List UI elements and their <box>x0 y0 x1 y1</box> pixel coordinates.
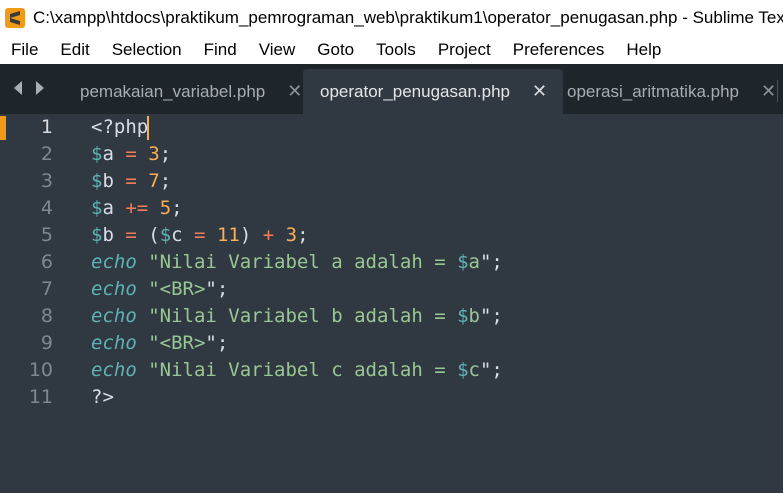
code-text: $a = 3; <box>91 143 172 165</box>
code-line: 8 echo "Nilai Variabel b adalah = $b"; <box>0 303 783 330</box>
tab-label: operator_penugasan.php <box>320 81 510 101</box>
tab-operator-penugasan[interactable]: operator_penugasan.php ✕ <box>303 69 564 114</box>
window-title: C:\xampp\htdocs\praktikum_pemrograman_we… <box>33 8 783 27</box>
menu-find[interactable]: Find <box>193 40 248 60</box>
code-text: ?> <box>91 386 114 408</box>
title-bar: C:\xampp\htdocs\praktikum_pemrograman_we… <box>0 0 783 36</box>
menu-file[interactable]: File <box>0 40 49 60</box>
tab-navigation <box>12 80 46 96</box>
line-number: 6 <box>40 251 53 273</box>
menu-edit[interactable]: Edit <box>49 40 100 60</box>
code-text: $b = 7; <box>91 170 172 192</box>
code-text: echo "<BR>"; <box>91 278 229 300</box>
code-line: 3 $b = 7; <box>0 168 783 195</box>
code-text: $a += 5; <box>91 197 183 219</box>
tab-label: pemakaian_variabel.php <box>80 81 266 101</box>
code-text: $b = ($c = 11) + 3; <box>91 224 309 246</box>
line-number: 11 <box>28 386 53 408</box>
line-number: 5 <box>40 224 53 246</box>
code-line: 6 echo "Nilai Variabel a adalah = $a"; <box>0 249 783 276</box>
code-line: 9 echo "<BR>"; <box>0 330 783 357</box>
line-number: 3 <box>40 170 53 192</box>
line-number: 9 <box>40 332 53 354</box>
menu-preferences[interactable]: Preferences <box>502 40 616 60</box>
code-text: echo "Nilai Variabel a adalah = $a"; <box>91 251 503 273</box>
menu-tools[interactable]: Tools <box>365 40 427 60</box>
chevron-right-icon[interactable] <box>34 80 46 96</box>
code-line: 7 echo "<BR>"; <box>0 276 783 303</box>
code-text: echo "<BR>"; <box>91 332 229 354</box>
menu-project[interactable]: Project <box>427 40 502 60</box>
code-text: <?php <box>91 115 150 140</box>
line-number: 7 <box>40 278 53 300</box>
code-line: 5 $b = ($c = 11) + 3; <box>0 222 783 249</box>
close-icon[interactable]: ✕ <box>287 81 302 102</box>
code-editor[interactable]: 1 <?php 2 $a = 3; 3 $b = 7; 4 $a += 5; 5… <box>0 114 783 493</box>
tab-bar: pemakaian_variabel.php ✕ operator_penuga… <box>0 64 783 114</box>
code-text: echo "Nilai Variabel b adalah = $b"; <box>91 305 503 327</box>
menu-view[interactable]: View <box>248 40 307 60</box>
code-line: 10 echo "Nilai Variabel c adalah = $c"; <box>0 357 783 384</box>
code-text: echo "Nilai Variabel c adalah = $c"; <box>91 359 503 381</box>
line-number: 4 <box>40 197 53 219</box>
line-number: 10 <box>28 359 53 381</box>
close-icon[interactable]: ✕ <box>761 81 776 102</box>
tab-pemakaian-variabel[interactable]: pemakaian_variabel.php ✕ <box>80 69 302 114</box>
code-line: 11 ?> <box>0 384 783 411</box>
menu-selection[interactable]: Selection <box>101 40 193 60</box>
close-icon[interactable]: ✕ <box>532 81 547 102</box>
sublime-text-icon <box>5 8 25 28</box>
code-line: 4 $a += 5; <box>0 195 783 222</box>
tab-label: operasi_aritmatika.php <box>567 81 739 101</box>
line-number: 1 <box>40 116 53 138</box>
chevron-left-icon[interactable] <box>12 80 24 96</box>
line-number: 2 <box>40 143 53 165</box>
code-line: 1 <?php <box>0 114 783 141</box>
menu-goto[interactable]: Goto <box>306 40 365 60</box>
menu-bar: File Edit Selection Find View Goto Tools… <box>0 36 783 64</box>
tab-divider <box>777 80 778 102</box>
tab-operasi-aritmatika[interactable]: operasi_aritmatika.php ✕ <box>567 69 776 114</box>
line-number: 8 <box>40 305 53 327</box>
code-line: 2 $a = 3; <box>0 141 783 168</box>
menu-help[interactable]: Help <box>615 40 672 60</box>
text-cursor <box>147 115 150 140</box>
